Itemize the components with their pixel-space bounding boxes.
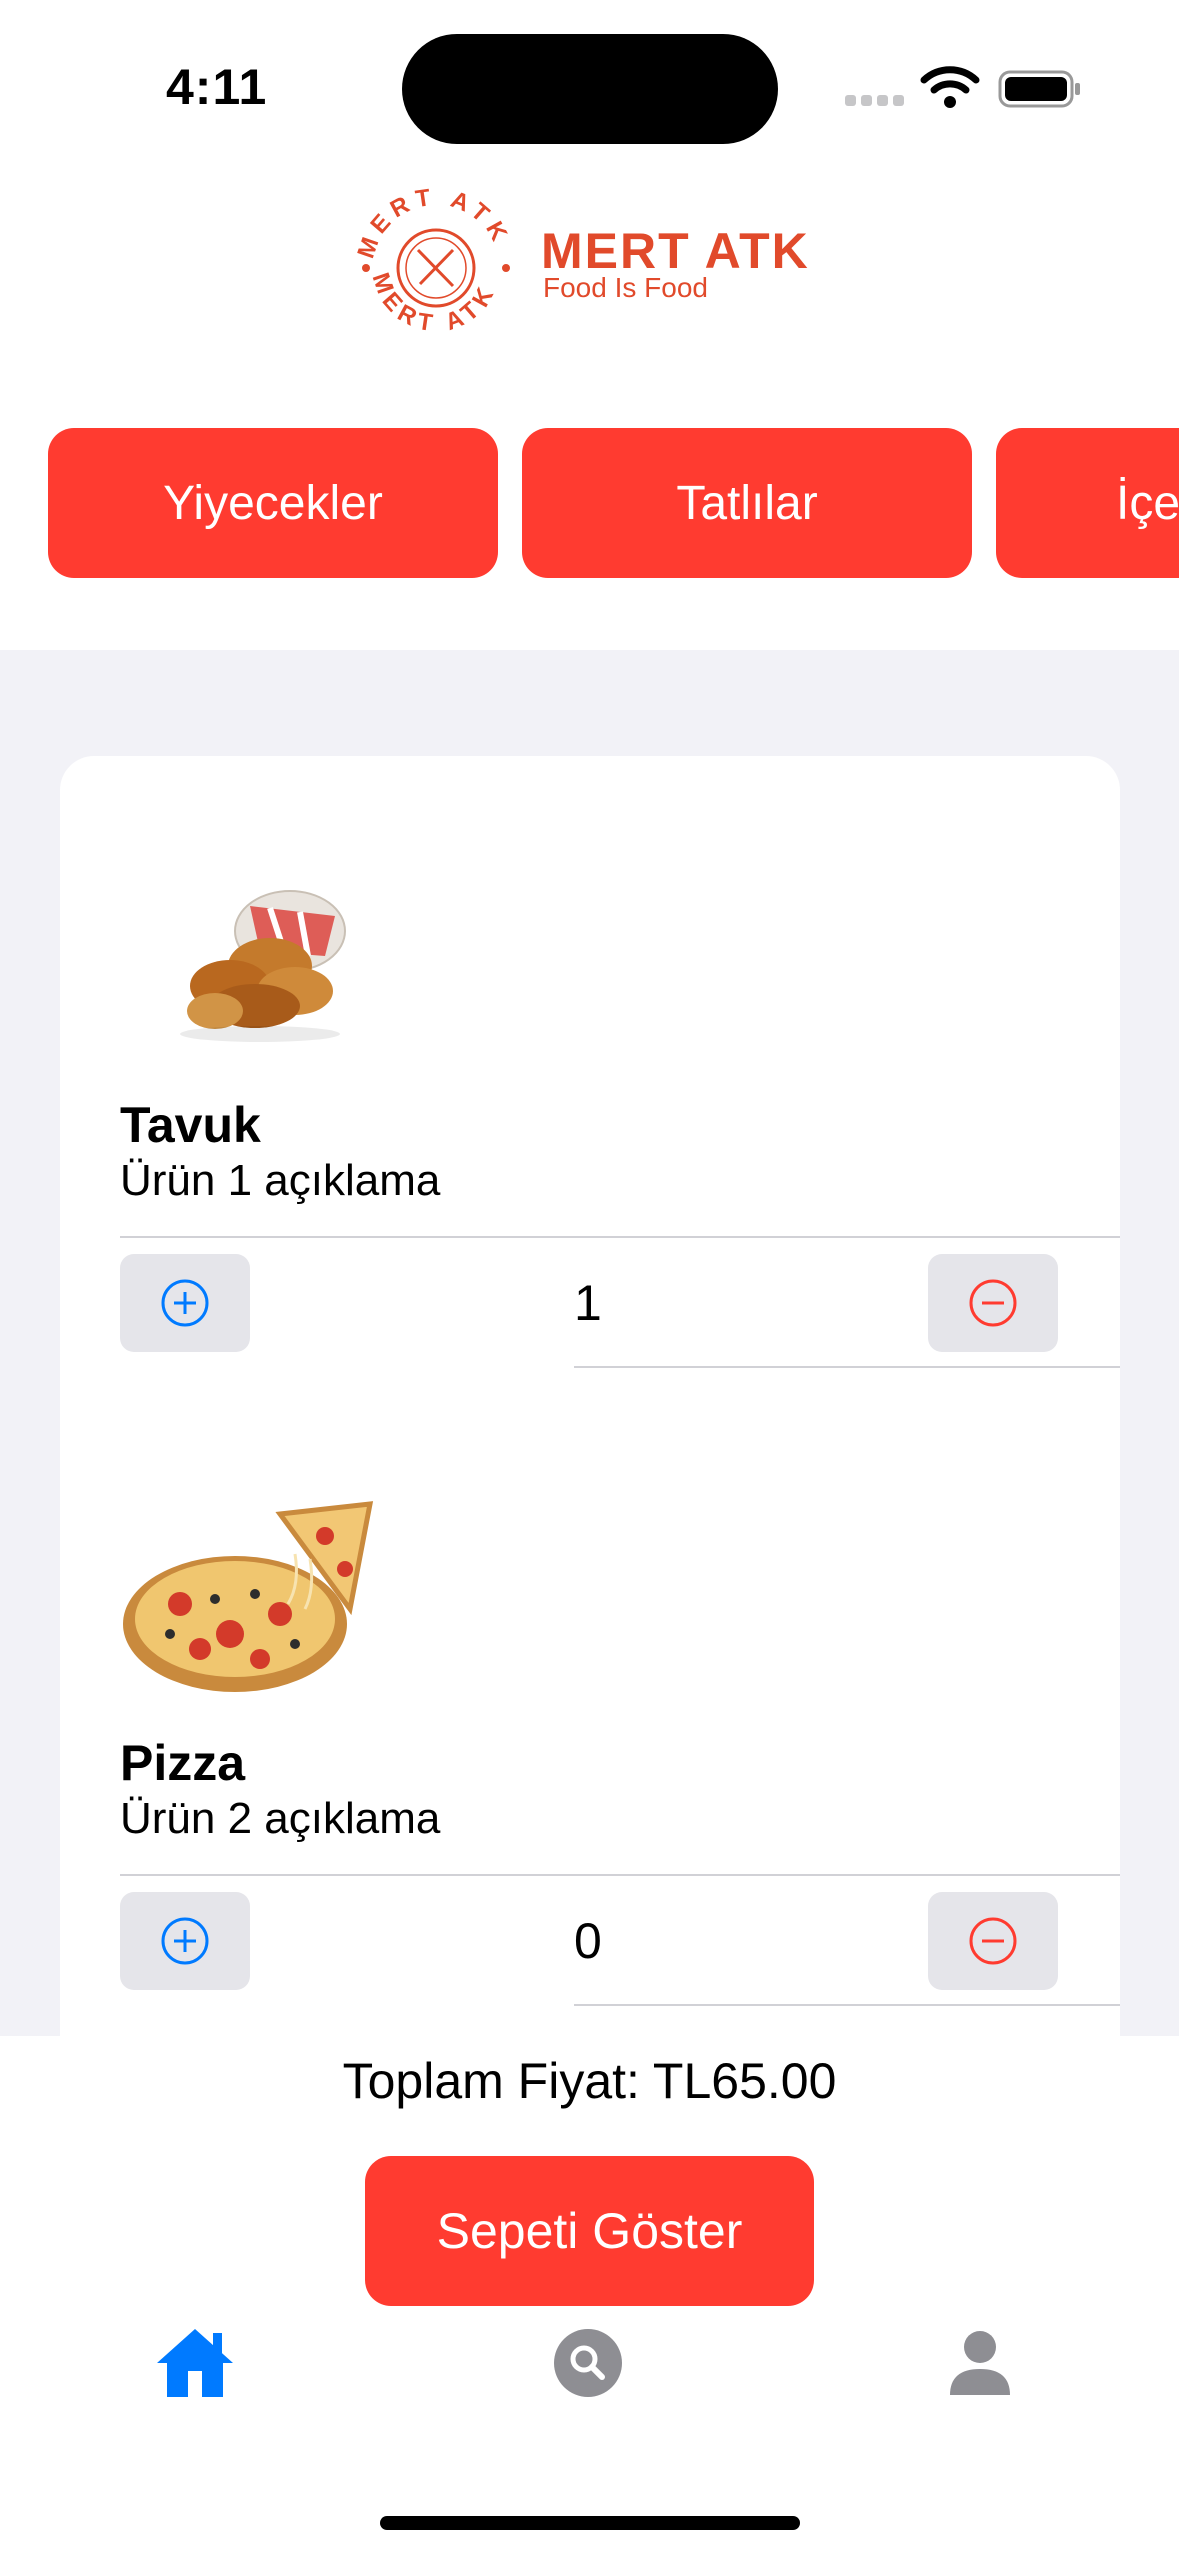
product-description: Ürün 2 açıklama [120, 1794, 441, 1843]
profile-icon [950, 2331, 1010, 2395]
home-indicator[interactable] [380, 2516, 800, 2530]
pizza-image [123, 1501, 374, 1692]
category-button-icecekler[interactable]: İçe [996, 428, 1179, 578]
category-bar: Yiyecekler Tatlılar İçe [0, 428, 1179, 580]
plus-circle-icon [161, 1279, 209, 1327]
minus-circle-icon [969, 1279, 1017, 1327]
svg-text:MERT ATK: MERT ATK [367, 269, 502, 337]
category-button-yiyecekler[interactable]: Yiyecekler [48, 428, 498, 578]
home-icon [157, 2329, 233, 2397]
divider [120, 1236, 1120, 1238]
tab-profile[interactable] [935, 2318, 1025, 2408]
quantity-value: 0 [574, 1913, 602, 1969]
brand-tagline: Food Is Food [543, 272, 708, 303]
svg-text:MERT ATK: MERT ATK [352, 183, 515, 261]
tab-home[interactable] [150, 2318, 240, 2408]
dynamic-island [402, 34, 778, 144]
product-list-area[interactable]: Tavuk Ürün 1 açıklama 1 Pizza Ürün 2 açı… [0, 650, 1179, 2036]
divider [574, 2004, 1120, 2006]
divider [120, 1874, 1120, 1876]
search-icon [554, 2329, 622, 2397]
increase-quantity-button[interactable] [120, 1254, 250, 1352]
wifi-icon [920, 66, 980, 108]
increase-quantity-button[interactable] [120, 1892, 250, 1990]
decrease-quantity-button[interactable] [928, 1892, 1058, 1990]
battery-icon [998, 70, 1080, 108]
category-button-tatlilar[interactable]: Tatlılar [522, 428, 972, 578]
total-price: Toplam Fiyat: TL65.00 [342, 2053, 837, 2109]
minus-circle-icon [969, 1917, 1017, 1965]
fried-chicken-image [180, 890, 346, 1042]
product-description: Ürün 1 açıklama [120, 1156, 441, 1205]
tab-search[interactable] [543, 2318, 633, 2408]
product-name: Pizza [120, 1735, 246, 1791]
product-name: Tavuk [120, 1097, 261, 1153]
decrease-quantity-button[interactable] [928, 1254, 1058, 1352]
divider [574, 1366, 1120, 1368]
cellular-signal-icon [845, 95, 905, 109]
quantity-value: 1 [574, 1275, 602, 1331]
show-cart-button[interactable]: Sepeti Göster [365, 2156, 814, 2306]
status-time: 4:11 [166, 59, 268, 115]
product-card: Tavuk Ürün 1 açıklama 1 Pizza Ürün 2 açı… [60, 756, 1120, 2036]
plus-circle-icon [161, 1917, 209, 1965]
